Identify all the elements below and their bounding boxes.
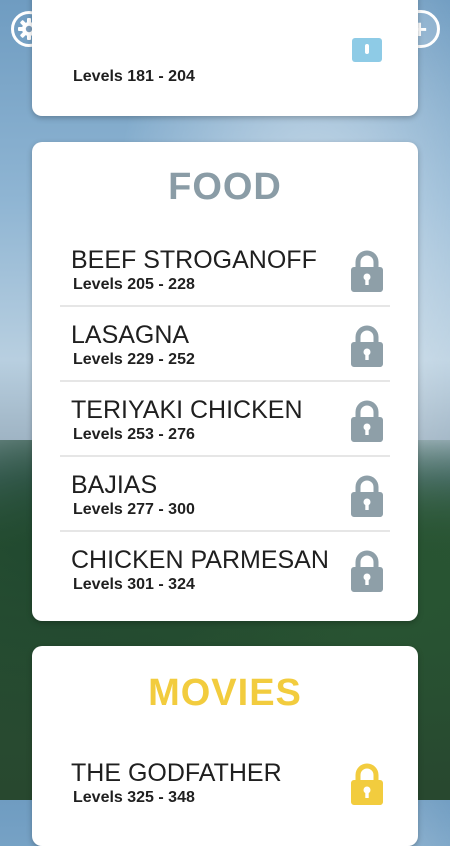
level-range: Levels 277 - 300 <box>73 501 195 518</box>
pack-name: BEEF STROGANOFF <box>71 246 317 274</box>
lock-icon <box>351 763 383 805</box>
level-range: Levels 301 - 324 <box>73 576 195 593</box>
category-card-food: FOOD BEEF STROGANOFF Levels 205 - 228 LA… <box>32 142 418 621</box>
lock-icon <box>351 475 383 517</box>
category-card-movies: MOVIES THE GODFATHER Levels 325 - 348 <box>32 646 418 846</box>
pack-name: CHICKEN PARMESAN <box>71 546 329 574</box>
list-item[interactable]: TERIYAKI CHICKEN Levels 253 - 276 <box>60 382 390 456</box>
unlocked-icon <box>352 38 382 62</box>
level-range: Levels 325 - 348 <box>73 789 195 806</box>
list-item[interactable]: THE GODFATHER Levels 325 - 348 <box>60 745 390 819</box>
list-item[interactable]: Levels 181 - 204 <box>60 38 390 118</box>
lock-icon <box>351 400 383 442</box>
level-range: Levels 253 - 276 <box>73 426 195 443</box>
category-title: FOOD <box>168 166 282 208</box>
list-item[interactable]: BEEF STROGANOFF Levels 205 - 228 <box>60 232 390 306</box>
category-title: MOVIES <box>148 672 302 714</box>
pack-name: BAJIAS <box>71 471 158 499</box>
pack-name: TERIYAKI CHICKEN <box>71 396 303 424</box>
pack-name: THE GODFATHER <box>71 759 282 787</box>
pack-name: LASAGNA <box>71 321 190 349</box>
category-card-previous: Levels 181 - 204 <box>32 0 418 116</box>
level-range: Levels 229 - 252 <box>73 351 195 368</box>
lock-icon <box>351 550 383 592</box>
level-range: Levels 181 - 204 <box>73 68 195 85</box>
lock-icon <box>351 325 383 367</box>
level-range: Levels 205 - 228 <box>73 276 195 293</box>
list-item[interactable]: CHICKEN PARMESAN Levels 301 - 324 <box>60 532 390 606</box>
list-item[interactable]: BAJIAS Levels 277 - 300 <box>60 457 390 531</box>
lock-icon <box>351 250 383 292</box>
list-item[interactable]: LASAGNA Levels 229 - 252 <box>60 307 390 381</box>
